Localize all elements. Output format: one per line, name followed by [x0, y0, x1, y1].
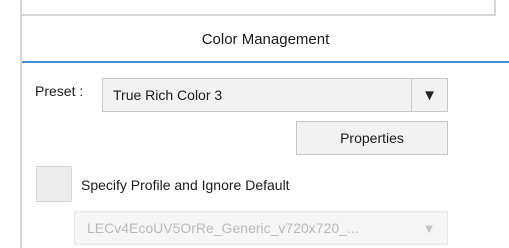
preset-dropdown[interactable]: True Rich Color 3 ▼ [102, 78, 448, 112]
profile-dropdown[interactable]: LECv4EcoUV5OrRe_Generic_v720x720_... ▼ [74, 211, 448, 245]
preset-selected-value: True Rich Color 3 [113, 87, 223, 103]
profile-dropdown-arrow-icon[interactable]: ▼ [411, 212, 447, 244]
properties-button[interactable]: Properties [296, 121, 448, 155]
specify-profile-label[interactable]: Specify Profile and Ignore Default [81, 174, 290, 196]
color-management-panel: Color Management Preset : True Rich Colo… [0, 0, 509, 248]
preset-dropdown-arrow-icon[interactable]: ▼ [411, 79, 447, 111]
preset-label: Preset : [35, 83, 84, 99]
profile-selected-value: LECv4EcoUV5OrRe_Generic_v720x720_... [87, 220, 359, 236]
section-title-underline [22, 61, 509, 63]
specify-profile-checkbox[interactable] [36, 166, 72, 202]
section-title: Color Management [201, 30, 330, 48]
